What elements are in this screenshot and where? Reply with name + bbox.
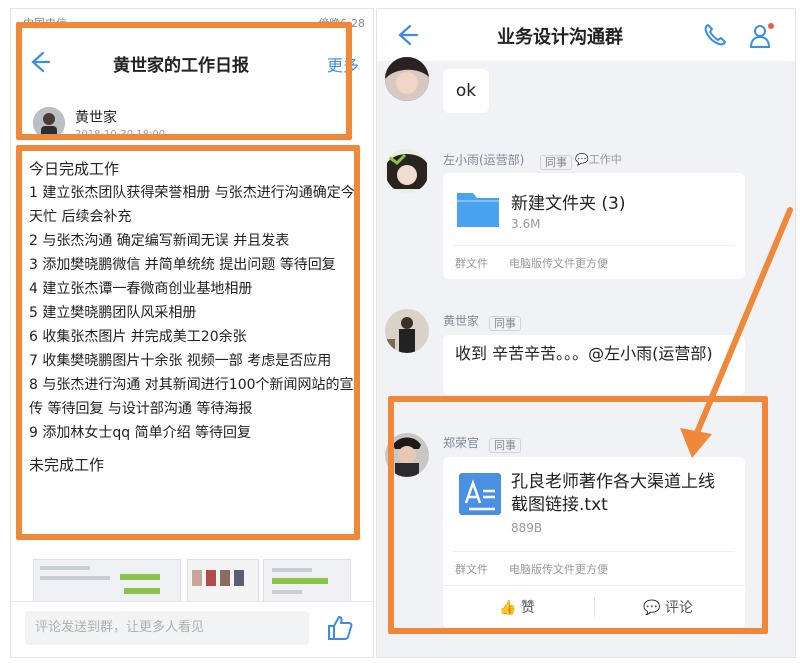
annotation-arrow xyxy=(680,207,793,458)
